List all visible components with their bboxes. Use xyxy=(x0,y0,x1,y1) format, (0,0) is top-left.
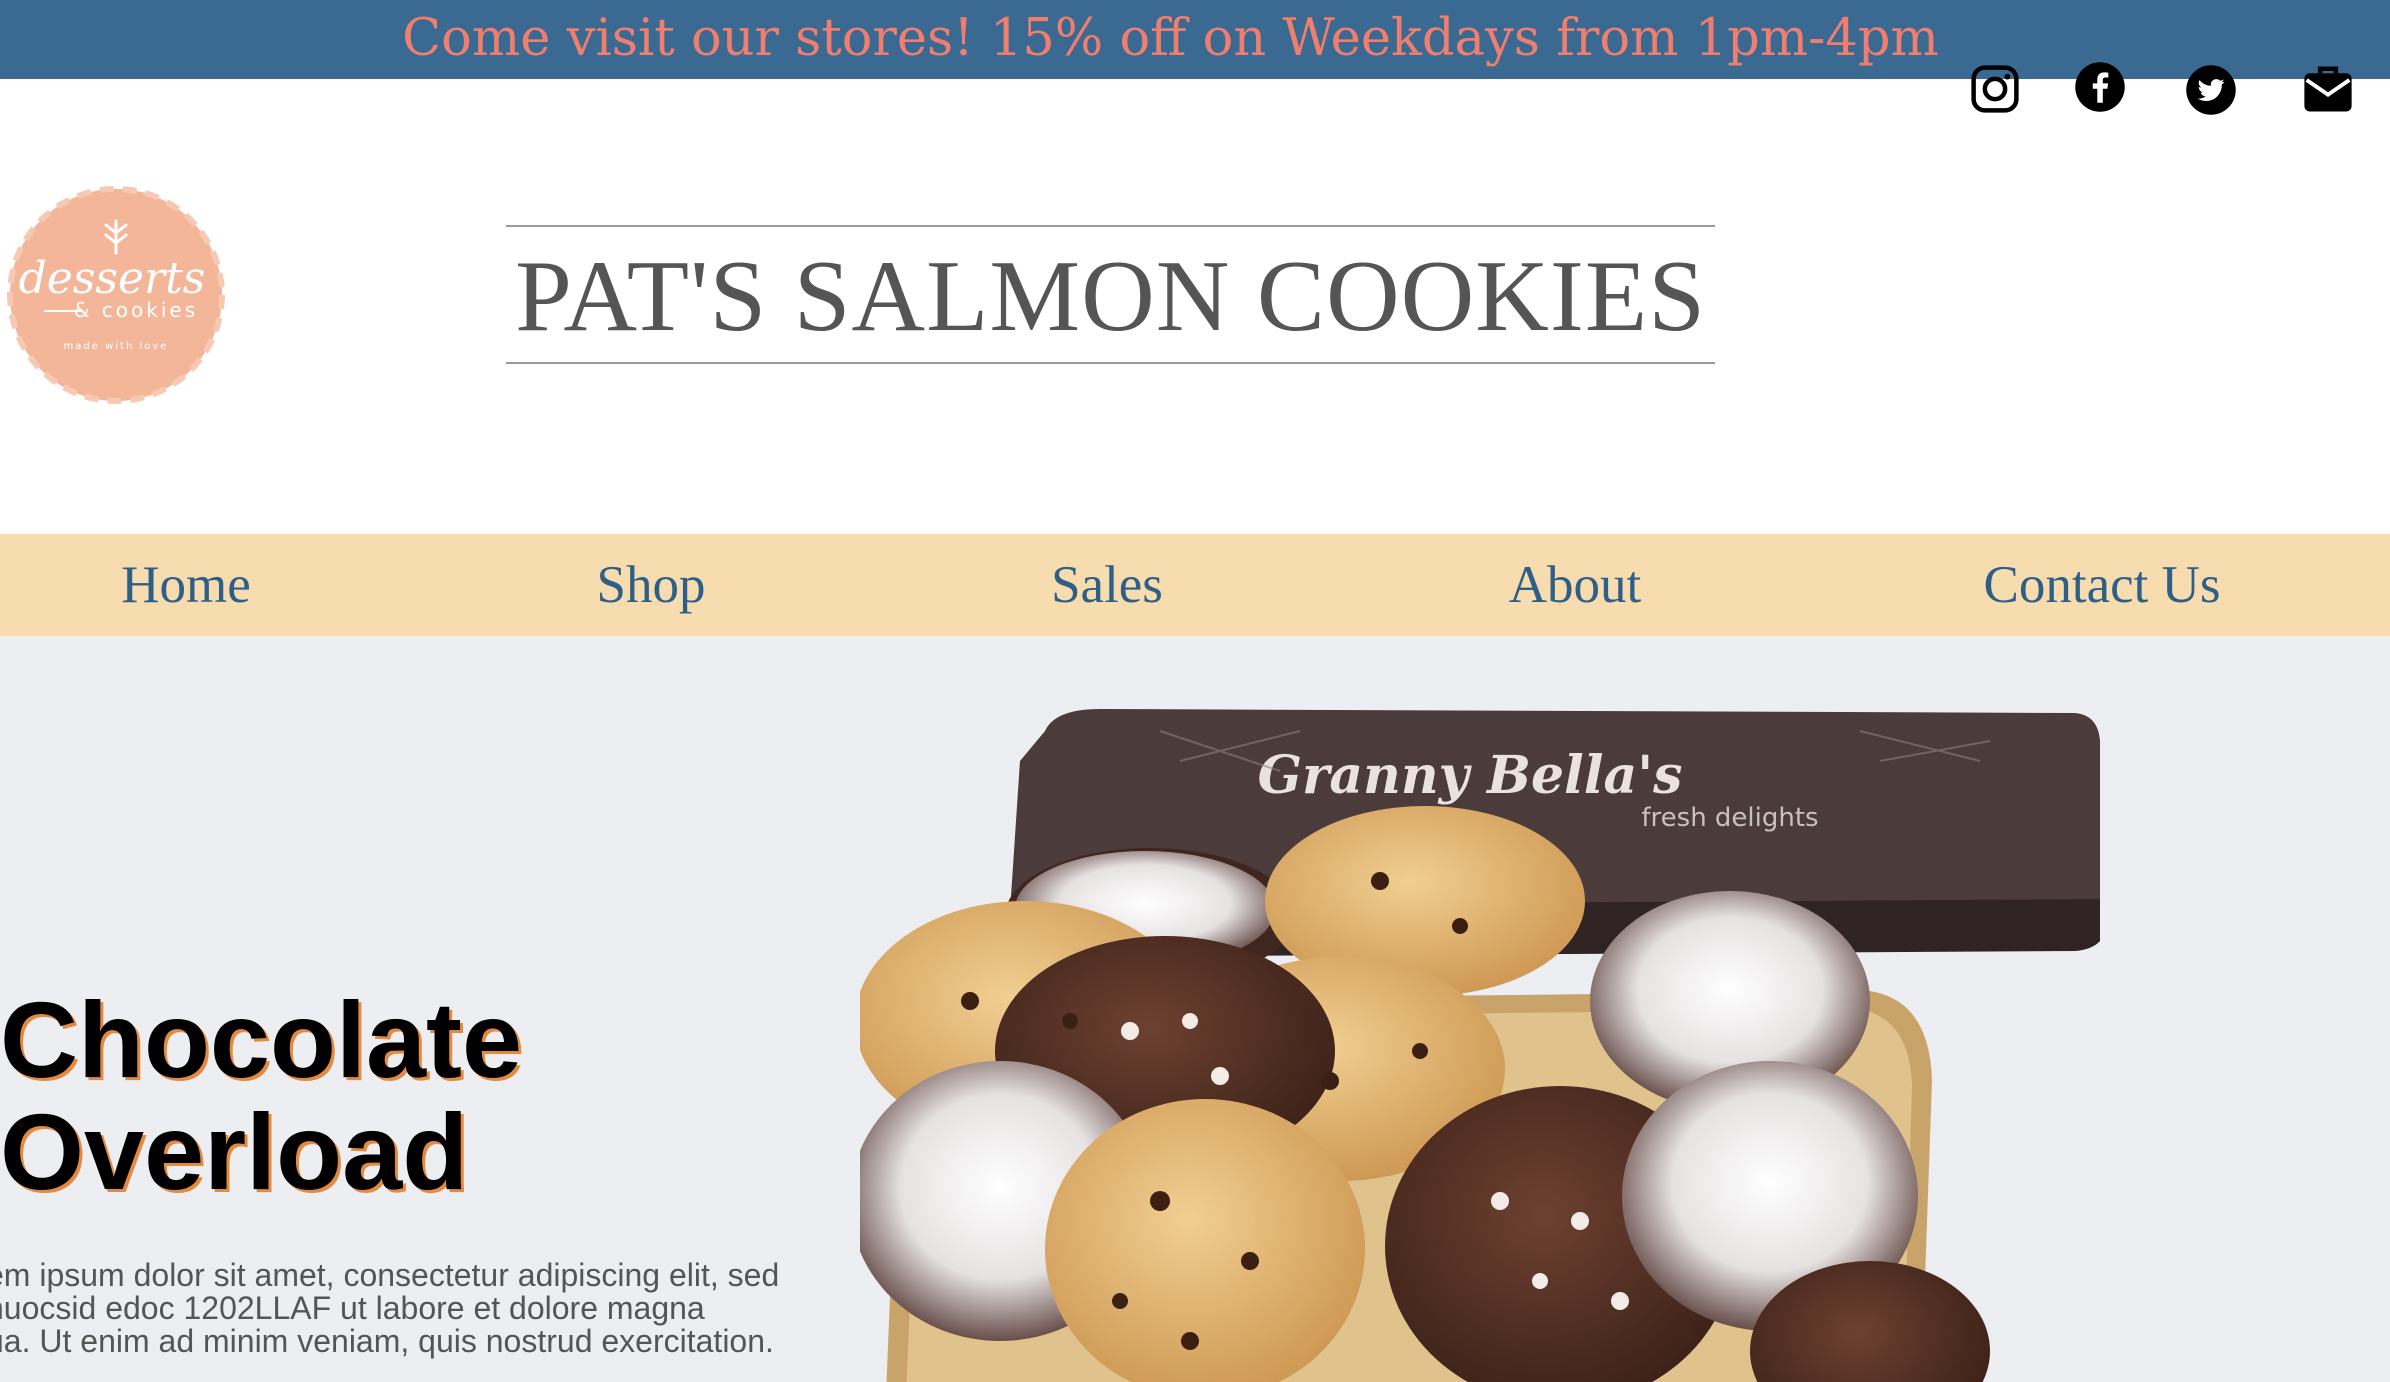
nav-about[interactable]: About xyxy=(1475,550,1675,620)
site-title: PAT'S SALMON COOKIES xyxy=(515,240,1706,353)
nav-shop[interactable]: Shop xyxy=(551,550,751,620)
desserts-cookies-logo[interactable]: desserts & cookies made with love xyxy=(4,183,228,407)
cookie-tin-image: Granny Bella's fresh delights xyxy=(860,701,2100,1382)
site-title-block: PAT'S SALMON COOKIES xyxy=(506,225,1715,364)
hero-section: Chocolate Overload em ipsum dolor sit am… xyxy=(0,636,2390,1382)
logo-wordmark: desserts xyxy=(19,253,206,304)
main-nav: Home Shop Sales About Contact Us xyxy=(0,534,2390,636)
hero-description-line: nuocsid edoc 1202LLAF ut labore et dolor… xyxy=(0,1290,705,1326)
mail-icon[interactable] xyxy=(2301,62,2355,116)
tin-lid-brand: Granny Bella's xyxy=(1258,745,1683,806)
cookie-tin-illustration: Granny Bella's fresh delights xyxy=(860,709,2100,1382)
nav-home[interactable]: Home xyxy=(86,550,286,620)
nav-sales[interactable]: Sales xyxy=(1007,550,1207,620)
hero-title-line-1: Chocolate xyxy=(0,979,523,1100)
hero-title-line-2: Overload xyxy=(0,1091,469,1212)
twitter-icon[interactable] xyxy=(2184,63,2238,117)
logo-subtitle: & cookies xyxy=(74,298,198,322)
instagram-icon[interactable] xyxy=(1968,62,2022,116)
facebook-icon[interactable] xyxy=(2073,60,2127,114)
hero-description-line: em ipsum dolor sit amet, consectetur adi… xyxy=(0,1257,780,1293)
nav-contact-us[interactable]: Contact Us xyxy=(1962,550,2242,620)
hero-description-line: ua. Ut enim ad minim veniam, quis nostru… xyxy=(0,1323,774,1359)
hero-description: em ipsum dolor sit amet, consectetur adi… xyxy=(0,1259,806,1358)
promo-banner: Come visit our stores! 15% off on Weekda… xyxy=(0,0,2390,79)
tin-lid-subtext: fresh delights xyxy=(1641,803,1818,833)
logo-tagline: made with love xyxy=(64,341,169,352)
hero-title: Chocolate Overload xyxy=(0,984,700,1208)
